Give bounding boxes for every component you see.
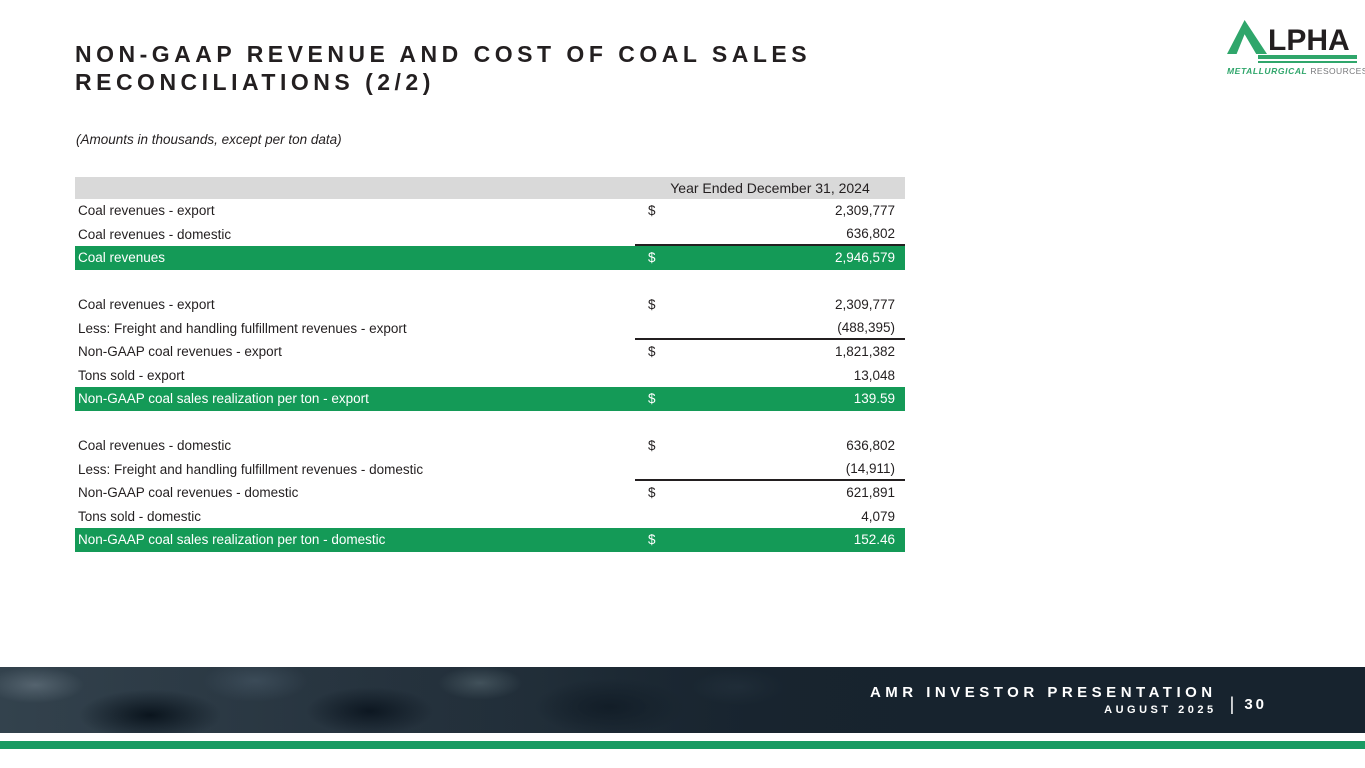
logo-word-row: LPHA [1227, 20, 1357, 54]
table-row: Coal revenues - domestic 636,802 [75, 223, 905, 247]
slide: NON-GAAP REVENUE AND COST OF COAL SALES … [0, 0, 1365, 768]
currency-symbol: $ [635, 344, 656, 359]
row-value: 13,048 [854, 368, 905, 383]
row-amount-cell: $ 152.46 [635, 528, 905, 552]
presentation-title: AMR INVESTOR PRESENTATION [870, 684, 1217, 701]
units-note: (Amounts in thousands, except per ton da… [76, 132, 342, 147]
currency-symbol: $ [635, 532, 656, 547]
page-number: 30 [1244, 696, 1267, 713]
logo-tagline-primary: METALLURGICAL [1227, 66, 1307, 76]
row-amount-cell: $ 1,821,382 [635, 340, 905, 364]
footer-caption-lines: AMR INVESTOR PRESENTATION AUGUST 2025 [870, 684, 1217, 716]
table-header-period: Year Ended December 31, 2024 [635, 180, 905, 196]
table-row: Coal revenues - domestic $ 636,802 [75, 434, 905, 458]
logo-stripe-thin [1258, 61, 1357, 63]
row-label: Non-GAAP coal revenues - export [75, 344, 635, 359]
table-row: Less: Freight and handling fulfillment r… [75, 458, 905, 482]
row-value: 2,946,579 [835, 250, 905, 265]
row-value: (488,395) [837, 320, 905, 335]
row-amount-cell: $ 139.59 [635, 387, 905, 411]
currency-symbol: $ [635, 391, 656, 406]
row-amount-cell: $ 2,309,777 [635, 199, 905, 223]
page-title-line2: RECONCILIATIONS (2/2) [75, 68, 811, 96]
row-label: Less: Freight and handling fulfillment r… [75, 462, 635, 477]
logo-wordmark: LPHA [1268, 28, 1350, 54]
row-label: Non-GAAP coal sales realization per ton … [75, 532, 635, 547]
table-header-row: Year Ended December 31, 2024 [75, 177, 905, 199]
table-row: Less: Freight and handling fulfillment r… [75, 317, 905, 341]
row-value: 139.59 [854, 391, 905, 406]
currency-symbol: $ [635, 297, 656, 312]
logo-tagline: METALLURGICAL RESOURCES [1227, 66, 1357, 76]
row-amount-cell: 13,048 [635, 364, 905, 388]
row-label: Non-GAAP coal sales realization per ton … [75, 391, 635, 406]
bottom-green-stripe [0, 741, 1365, 749]
presentation-date: AUGUST 2025 [870, 704, 1217, 716]
row-value: 621,891 [846, 485, 905, 500]
footer-coal-banner: AMR INVESTOR PRESENTATION AUGUST 2025 | … [0, 667, 1365, 733]
row-label: Less: Freight and handling fulfillment r… [75, 321, 635, 336]
table-row-total: Non-GAAP coal sales realization per ton … [75, 387, 905, 411]
table-section-gap [75, 411, 905, 435]
row-amount-cell: (14,911) [635, 458, 905, 482]
row-label: Coal revenues - export [75, 297, 635, 312]
row-amount-cell: $ 621,891 [635, 481, 905, 505]
row-amount-cell: $ 2,946,579 [635, 246, 905, 270]
row-value: 4,079 [861, 509, 905, 524]
row-amount-cell: $ 2,309,777 [635, 293, 905, 317]
table-row: Non-GAAP coal revenues - domestic $ 621,… [75, 481, 905, 505]
row-label: Tons sold - domestic [75, 509, 635, 524]
table-row-total: Non-GAAP coal sales realization per ton … [75, 528, 905, 552]
row-label: Coal revenues - domestic [75, 438, 635, 453]
row-value: (14,911) [846, 461, 905, 476]
table-row: Tons sold - domestic 4,079 [75, 505, 905, 529]
table-row: Non-GAAP coal revenues - export $ 1,821,… [75, 340, 905, 364]
row-amount-cell: (488,395) [635, 317, 905, 341]
row-label: Coal revenues - export [75, 203, 635, 218]
row-value: 636,802 [846, 438, 905, 453]
row-amount-cell: $ 636,802 [635, 434, 905, 458]
footer-separator: | [1230, 694, 1235, 715]
table-row: Coal revenues - export $ 2,309,777 [75, 199, 905, 223]
row-amount-cell: 4,079 [635, 505, 905, 529]
table-row-total: Coal revenues $ 2,946,579 [75, 246, 905, 270]
row-value: 2,309,777 [835, 203, 905, 218]
row-label: Coal revenues [75, 250, 635, 265]
currency-symbol: $ [635, 203, 656, 218]
page-title: NON-GAAP REVENUE AND COST OF COAL SALES … [75, 40, 811, 96]
table-row: Tons sold - export 13,048 [75, 364, 905, 388]
row-value: 152.46 [854, 532, 905, 547]
currency-symbol: $ [635, 250, 656, 265]
row-label: Tons sold - export [75, 368, 635, 383]
row-value: 1,821,382 [835, 344, 905, 359]
reconciliation-table: Year Ended December 31, 2024 Coal revenu… [75, 177, 905, 552]
alpha-logo: LPHA METALLURGICAL RESOURCES [1227, 20, 1357, 76]
table-row: Coal revenues - export $ 2,309,777 [75, 293, 905, 317]
currency-symbol: $ [635, 438, 656, 453]
row-value: 636,802 [846, 226, 905, 241]
logo-tagline-secondary: RESOURCES [1310, 66, 1365, 76]
row-label: Non-GAAP coal revenues - domestic [75, 485, 635, 500]
row-amount-cell: 636,802 [635, 223, 905, 247]
footer-caption: AMR INVESTOR PRESENTATION AUGUST 2025 | … [870, 684, 1267, 716]
currency-symbol: $ [635, 485, 656, 500]
logo-mountain-a-icon [1227, 20, 1267, 54]
table-section-gap [75, 270, 905, 294]
page-title-line1: NON-GAAP REVENUE AND COST OF COAL SALES [75, 40, 811, 68]
row-value: 2,309,777 [835, 297, 905, 312]
row-label: Coal revenues - domestic [75, 227, 635, 242]
